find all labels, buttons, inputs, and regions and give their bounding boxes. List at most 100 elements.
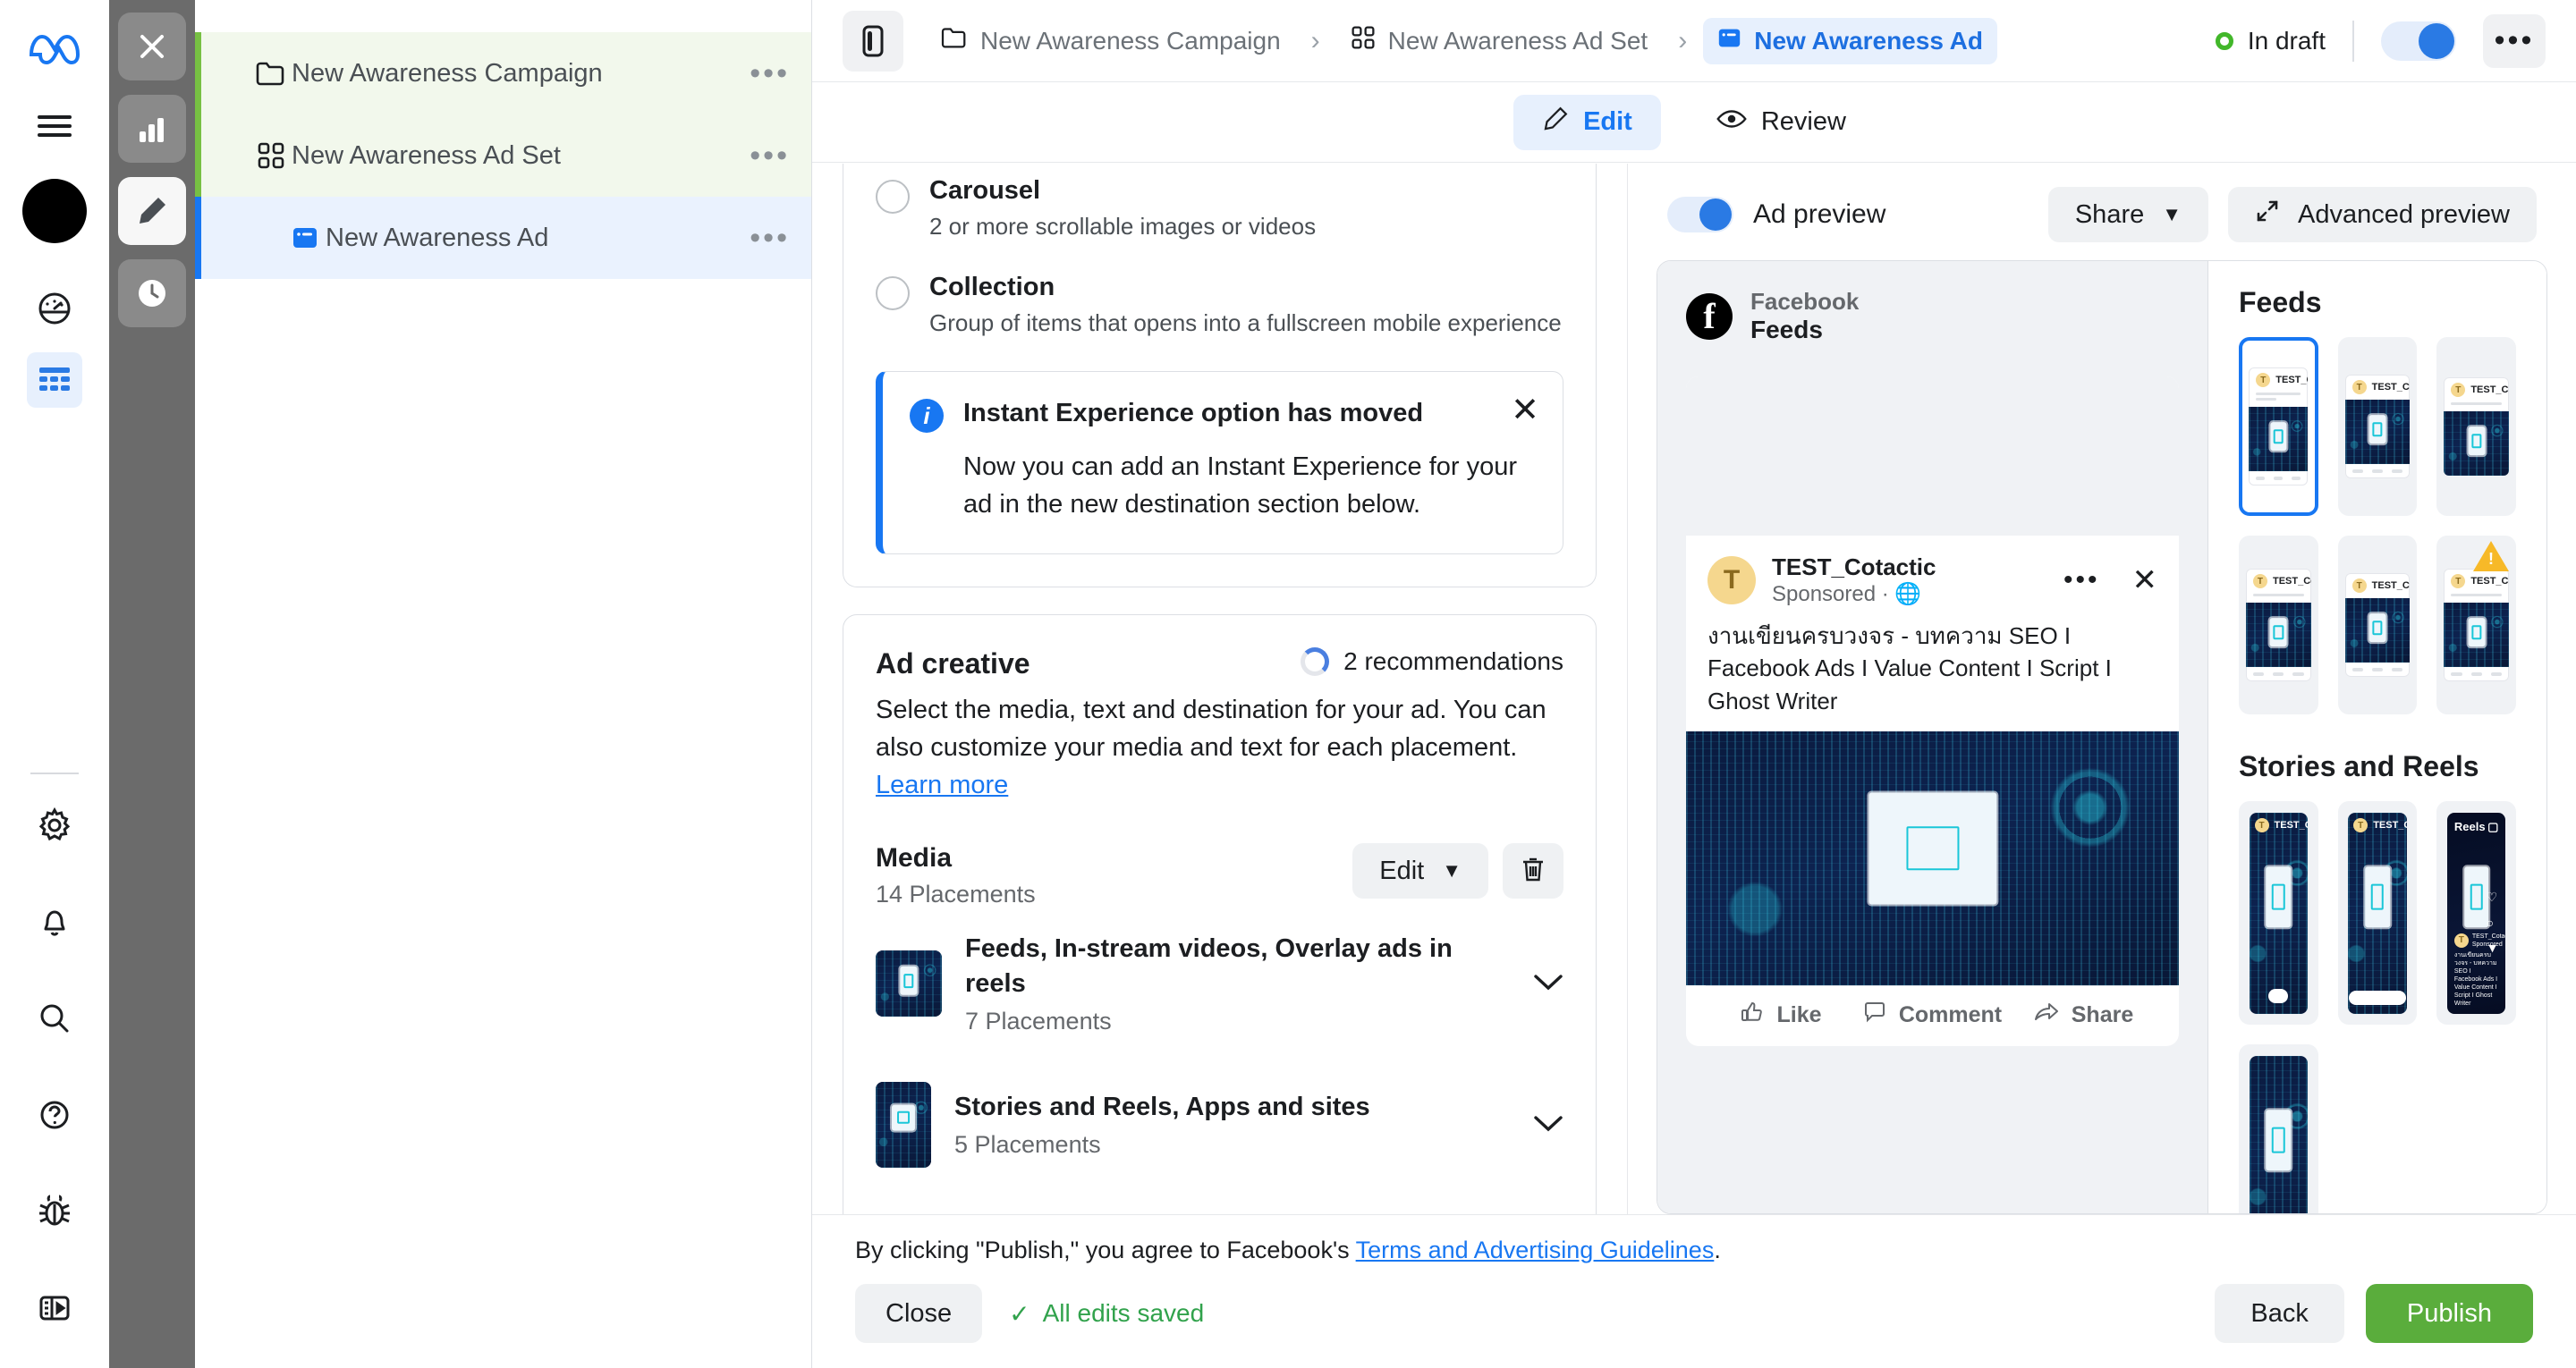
preview-cell[interactable]: T TEST_Cotactic ••• — [2239, 536, 2318, 714]
radio-collection[interactable] — [876, 276, 910, 310]
pencil-icon[interactable] — [118, 177, 186, 245]
reels-footer: T TEST_Cotactic Sponsored ⋯ งานเขียนครบว… — [2454, 933, 2499, 1009]
preview-cell[interactable]: T TEST_Cotactic ✕ — [2239, 801, 2318, 1025]
preview-cell[interactable]: Reels ▢ ♡ ○ ▼ T — [2436, 801, 2516, 1025]
format-option-collection[interactable]: Collection Group of items that opens int… — [843, 260, 1596, 357]
search-icon[interactable] — [27, 991, 82, 1046]
creative-image — [2250, 813, 2309, 1014]
pencil-icon — [1542, 106, 1569, 139]
placement-row[interactable]: Stories and Reels, Apps and sites 5 Plac… — [843, 1059, 1596, 1191]
breadcrumb-item-campaign[interactable]: New Awareness Campaign — [927, 18, 1295, 63]
avatar: T — [1707, 556, 1756, 604]
post-comment-label: Comment — [1899, 1002, 2002, 1028]
gear-icon[interactable] — [27, 798, 82, 853]
preview-cell[interactable]: T TEST_Cotactic ✕ — [2338, 801, 2418, 1025]
post-close-icon[interactable]: ✕ — [2132, 565, 2158, 595]
post-like-button[interactable]: Like — [1706, 1001, 1857, 1030]
camera-icon: ▢ — [2487, 820, 2498, 834]
panel-toggle-icon[interactable] — [843, 11, 903, 72]
placement-row[interactable]: Search results, Instant articles 2 Place… — [843, 1191, 1596, 1214]
ad-creative-description: Select the media, text and destination f… — [876, 691, 1563, 804]
tree-row-menu-ad[interactable]: ••• — [750, 223, 790, 253]
tab-edit-label: Edit — [1583, 107, 1632, 137]
reels-label: Reels — [2454, 820, 2486, 834]
media-edit-button[interactable]: Edit ▼ — [1352, 843, 1488, 899]
grid-icon — [1351, 25, 1376, 56]
close-icon[interactable]: ✕ — [1511, 393, 1539, 427]
panel-layout-icon[interactable] — [27, 1280, 82, 1336]
table-grid-icon[interactable] — [27, 352, 82, 408]
speedometer-icon[interactable] — [27, 281, 82, 336]
folder-icon — [941, 26, 968, 55]
preview-cell[interactable]: T TEST_Cotactic ••• — [2436, 536, 2516, 714]
bell-icon[interactable] — [27, 894, 82, 950]
check-icon: ✓ — [1009, 1299, 1030, 1329]
mini-text-lines — [2444, 594, 2509, 603]
mini-post: T TEST_Cotactic ••• — [2246, 569, 2311, 681]
close-button[interactable]: Close — [855, 1284, 982, 1343]
share-button[interactable]: Share ▼ — [2048, 187, 2208, 242]
story-cta-pill — [2349, 991, 2406, 1005]
hamburger-menu-icon[interactable] — [27, 98, 82, 154]
tab-review[interactable]: Review — [1688, 97, 1875, 148]
post-menu-icon[interactable]: ••• — [2063, 565, 2100, 595]
story-page-name: TEST_Cotactic — [2275, 820, 2309, 831]
tab-edit[interactable]: Edit — [1513, 95, 1661, 150]
ad-active-toggle[interactable] — [2381, 21, 2456, 61]
warning-icon — [2473, 541, 2509, 571]
tree-row-adset[interactable]: New Awareness Ad Set ••• — [195, 114, 811, 197]
footer-bar: By clicking "Publish," you agree to Face… — [812, 1214, 2576, 1368]
tree-row-campaign[interactable]: New Awareness Campaign ••• — [195, 32, 811, 114]
tree-label-adset: New Awareness Ad Set — [292, 141, 750, 171]
ad-preview-toggle[interactable] — [1667, 197, 1733, 232]
row-edge — [195, 114, 201, 197]
help-icon[interactable] — [27, 1087, 82, 1143]
tree-row-menu-campaign[interactable]: ••• — [750, 58, 790, 89]
preview-cell[interactable]: T TEST_Cotactic — [2239, 1044, 2318, 1213]
mini-post: T TEST_Cotactic ••• — [2345, 573, 2411, 677]
mini-page-name: TEST_Cotactic — [2470, 576, 2509, 587]
creative-image — [876, 1082, 931, 1168]
bug-icon[interactable] — [27, 1184, 82, 1239]
terms-link[interactable]: Terms and Advertising Guidelines — [1356, 1237, 1715, 1263]
close-icon[interactable] — [118, 13, 186, 80]
story-page-name: TEST_Cotactic — [2373, 820, 2407, 831]
bar-chart-icon[interactable] — [118, 95, 186, 163]
media-delete-button[interactable] — [1503, 843, 1563, 899]
placement-row[interactable]: Feeds, In-stream videos, Overlay ads in … — [843, 908, 1596, 1058]
chevron-down-icon[interactable] — [1533, 1110, 1563, 1140]
mini-action-bar — [2444, 667, 2509, 681]
publish-button[interactable]: Publish — [2366, 1284, 2533, 1343]
post-comment-button[interactable]: Comment — [1857, 1001, 2008, 1030]
reels-page-name: TEST_Cotactic — [2472, 933, 2506, 941]
post-header: T TEST_Cotactic Sponsored · 🌐 ••• ✕ — [1686, 536, 2179, 614]
post-share-button[interactable]: Share — [2008, 1001, 2159, 1030]
more-options-button[interactable]: ••• — [2483, 14, 2546, 68]
recommendations-label: 2 recommendations — [1343, 647, 1563, 676]
learn-more-link[interactable]: Learn more — [876, 771, 1008, 799]
chevron-down-icon: ▼ — [1442, 859, 1462, 882]
avatar[interactable] — [22, 179, 87, 243]
chevron-down-icon: ▼ — [2162, 203, 2182, 226]
breadcrumb-item-adset[interactable]: New Awareness Ad Set — [1336, 17, 1663, 64]
breadcrumb: New Awareness Campaign › New Awareness A… — [927, 17, 2216, 64]
meta-logo-icon[interactable] — [27, 27, 82, 68]
preview-cell[interactable]: T TEST_Cotactic ••• — [2338, 337, 2418, 516]
chevron-down-icon[interactable] — [1533, 968, 1563, 999]
creative-image — [2246, 603, 2311, 667]
clock-icon[interactable] — [118, 259, 186, 327]
preview-cell[interactable]: T TEST_Cotactic ••• — [2338, 536, 2418, 714]
legal-prefix: By clicking "Publish," you agree to Face… — [855, 1237, 1356, 1263]
facebook-logo-icon: f — [1686, 293, 1733, 340]
preview-cell[interactable]: T TEST_Cotactic ••• — [2436, 337, 2516, 516]
preview-cell[interactable]: T TEST_Cotactic ••• — [2239, 337, 2318, 516]
radio-carousel[interactable] — [876, 180, 910, 214]
tree-row-menu-adset[interactable]: ••• — [750, 140, 790, 171]
ad-format-card: Carousel 2 or more scrollable images or … — [843, 164, 1597, 587]
back-button[interactable]: Back — [2215, 1284, 2343, 1343]
format-option-carousel[interactable]: Carousel 2 or more scrollable images or … — [843, 164, 1596, 260]
tree-row-ad[interactable]: New Awareness Ad ••• — [195, 197, 811, 279]
breadcrumb-item-ad[interactable]: New Awareness Ad — [1703, 18, 1997, 64]
advanced-preview-button[interactable]: Advanced preview — [2228, 187, 2537, 242]
recommendations-badge[interactable]: 2 recommendations — [1301, 647, 1563, 676]
